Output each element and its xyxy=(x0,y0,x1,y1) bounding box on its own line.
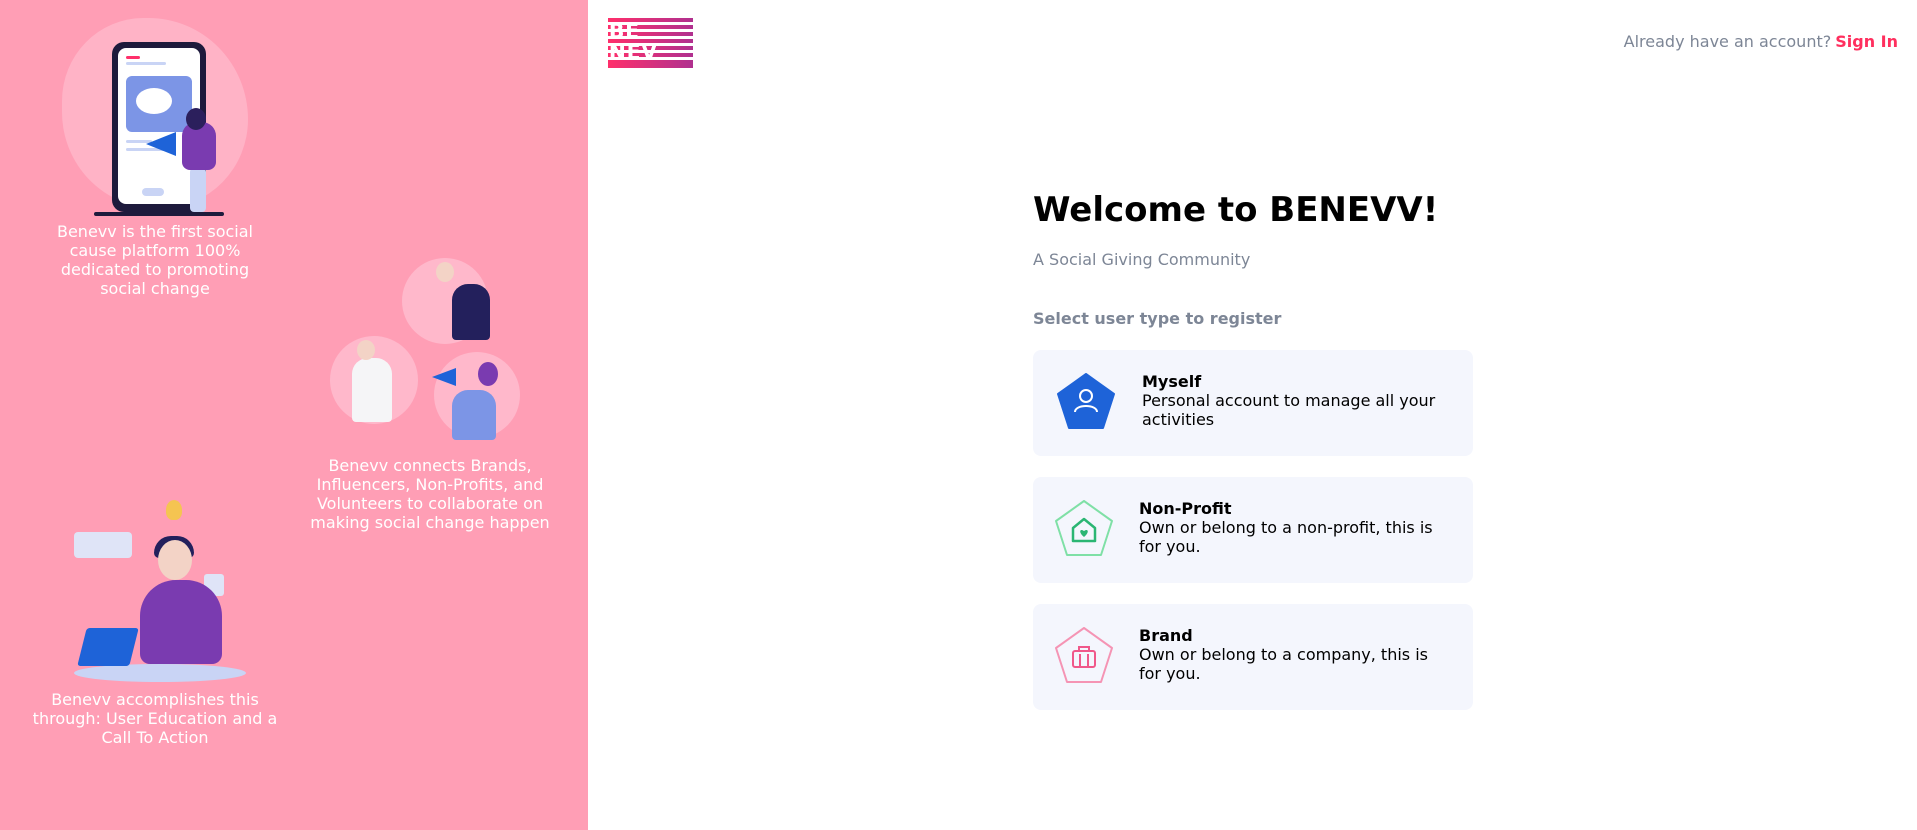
account-prompt-text: Already have an account? xyxy=(1623,32,1832,51)
logo-text-line2: NEV xyxy=(609,40,658,64)
left-promo-panel: Benevv is the first social cause platfor… xyxy=(0,0,588,830)
community-team-illustration xyxy=(300,240,560,460)
user-icon xyxy=(1055,370,1117,432)
promo-caption-1: Benevv is the first social cause platfor… xyxy=(56,222,253,298)
user-type-card-non-profit[interactable]: Non-Profit Own or belong to a non-profit… xyxy=(1033,477,1473,583)
user-type-card-brand[interactable]: Brand Own or belong to a company, this i… xyxy=(1033,604,1473,710)
briefcase-icon xyxy=(1053,624,1115,686)
card-desc-non-profit: Own or belong to a non-profit, this is f… xyxy=(1139,518,1433,556)
house-heart-icon xyxy=(1053,497,1115,559)
card-desc-myself: Personal account to manage all your acti… xyxy=(1142,391,1436,429)
page-title: Welcome to BENEVV! xyxy=(1033,190,1439,230)
card-title-myself: Myself xyxy=(1142,372,1202,391)
phone-megaphone-illustration xyxy=(0,0,588,230)
user-type-label: Select user type to register xyxy=(1033,309,1282,328)
card-desc-brand: Own or belong to a company, this is for … xyxy=(1139,645,1428,683)
promo-caption-3: Benevv accomplishes this through: User E… xyxy=(32,690,278,747)
sign-in-prompt: Already have an account? Sign In xyxy=(1624,32,1898,51)
logo-text-line1: BE xyxy=(609,19,640,43)
card-title-brand: Brand xyxy=(1139,626,1193,645)
card-title-non-profit: Non-Profit xyxy=(1139,499,1232,518)
page-subtitle: A Social Giving Community xyxy=(1033,250,1251,269)
benevv-logo[interactable]: BE NEV xyxy=(608,18,693,68)
user-type-card-myself[interactable]: Myself Personal account to manage all yo… xyxy=(1033,350,1473,456)
promo-caption-2: Benevv connects Brands, Influencers, Non… xyxy=(310,456,550,532)
sign-in-link[interactable]: Sign In xyxy=(1835,32,1898,51)
